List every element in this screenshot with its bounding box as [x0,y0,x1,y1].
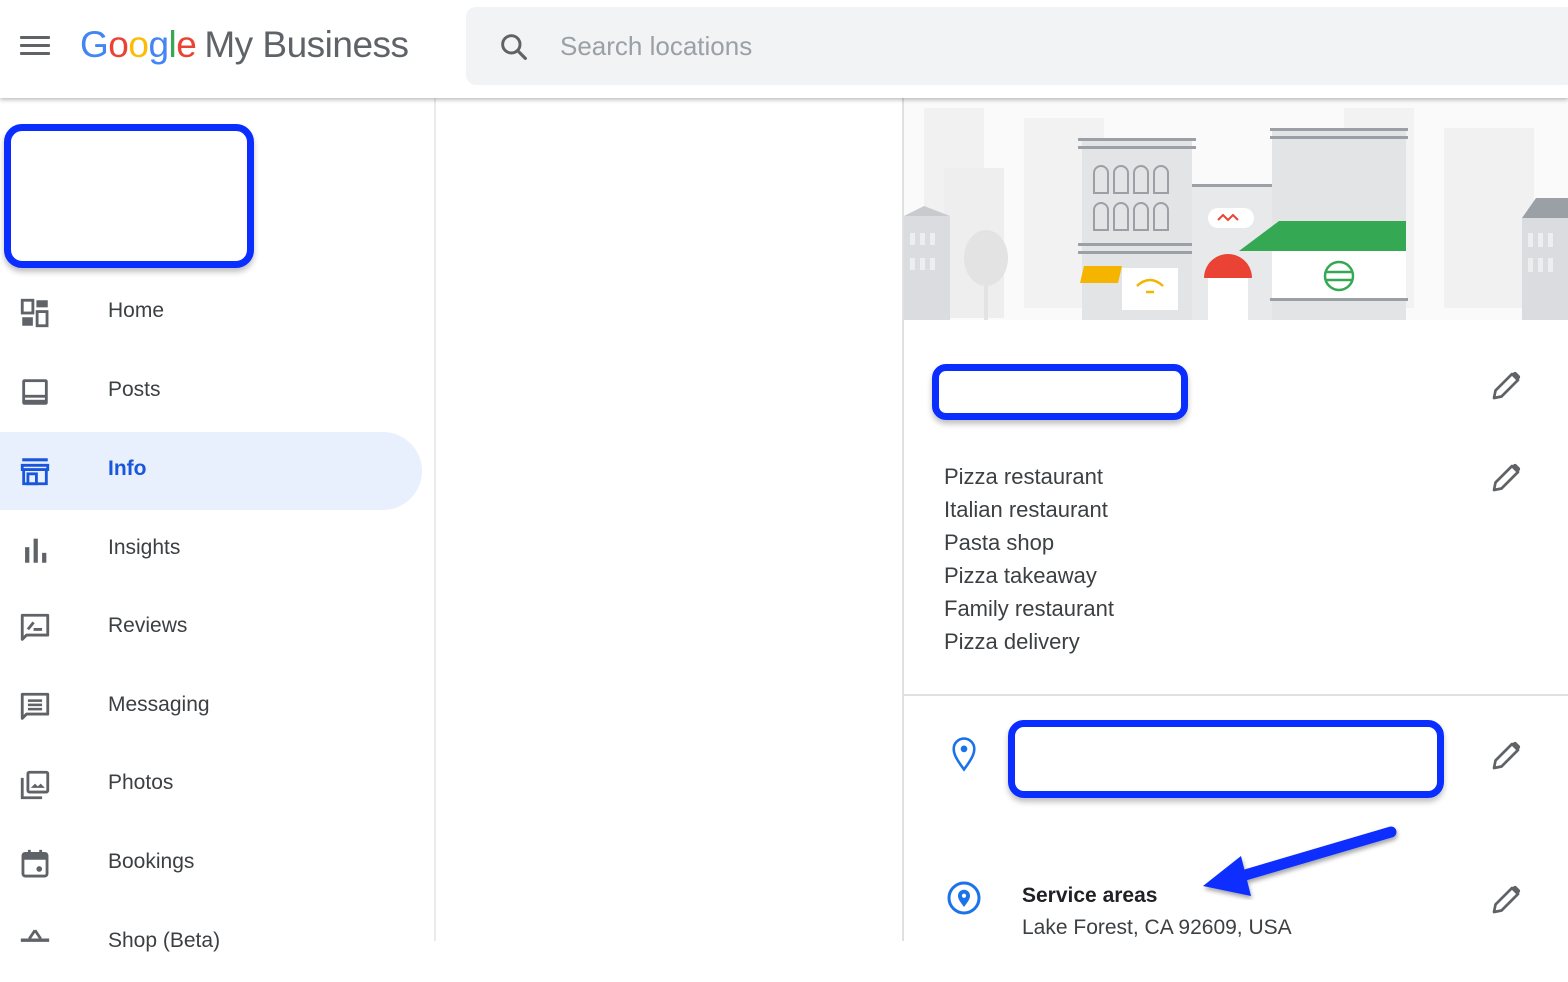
dashboard-icon [20,298,49,328]
sidebar-item-label: Shop (Beta) [108,929,221,952]
posts-icon [22,379,48,405]
sidebar-item-messaging[interactable]: Messaging [0,668,422,746]
logo-letter: G [80,24,109,65]
message-icon [20,692,50,720]
sidebar-item-posts[interactable]: Posts [0,353,422,431]
category-item: Pizza takeaway [944,563,1097,588]
content-spacer [438,98,902,941]
sidebar-item-label: Reviews [108,614,188,637]
logo-letter: o [108,24,129,65]
sidebar-item-bookings[interactable]: Bookings [0,825,422,903]
service-area-icon [947,881,981,915]
sidebar-item-label: Insights [108,536,181,559]
sidebar-item-photos[interactable]: Photos [0,746,422,824]
edit-address-button[interactable] [1488,738,1524,774]
edit-business-name-button[interactable] [1488,368,1524,404]
category-item: Pizza restaurant [944,464,1103,489]
main-menu-button[interactable] [20,36,50,56]
business-categories-list: Pizza restaurant Italian restaurant Past… [944,460,1114,658]
search-icon[interactable] [498,31,530,63]
logo-letter: o [128,24,149,65]
category-item: Pasta shop [944,530,1055,555]
service-areas-title: Service areas [1022,884,1158,907]
sidebar-item-shop[interactable]: Shop (Beta) [0,904,422,982]
menu-icon-bar [20,52,50,55]
shop-icon [20,929,50,942]
top-app-bar: Google My Business [0,0,1568,98]
storefront-icon [20,458,50,486]
section-divider [904,694,1568,696]
service-areas-value: Lake Forest, CA 92609, USA [1022,916,1292,939]
business-info-panel: Pizza restaurant Italian restaurant Past… [902,98,1568,941]
sidebar-item-insights[interactable]: Insights [0,511,422,589]
photo-library-icon [20,770,50,800]
redacted-business-name-highlight [932,364,1188,420]
rate-review-icon [20,613,50,641]
redacted-business-highlight [4,124,254,268]
search-bar[interactable] [466,7,1568,85]
sidebar-item-info[interactable]: Info [0,432,422,510]
sidebar-item-label: Posts [108,378,161,401]
sidebar-item-reviews[interactable]: Reviews [0,589,422,667]
storefront-illustration [904,98,1568,320]
sidebar-nav: Home Posts Info Insights Reviews Messagi… [0,98,436,952]
storefront-illustration-graphic [904,98,1568,320]
edit-categories-button[interactable] [1488,460,1524,496]
category-item: Family restaurant [944,596,1114,621]
annotation-arrow-icon [1203,826,1397,896]
sidebar-item-label: Messaging [108,693,210,716]
sidebar-item-home[interactable]: Home [0,274,422,352]
category-item: Italian restaurant [944,497,1108,522]
app-logo[interactable]: Google My Business [80,24,409,66]
calendar-event-icon [21,849,49,878]
bar-chart-icon [25,538,47,563]
edit-service-areas-button[interactable] [1488,882,1524,918]
sidebar-item-label: Bookings [108,850,195,873]
product-name: My Business [204,24,409,65]
menu-icon-bar [20,36,50,39]
menu-icon-bar [20,44,50,47]
location-pin-icon [952,737,976,772]
sidebar-item-label: Info [108,457,147,480]
sidebar-item-label: Home [108,299,165,322]
redacted-address-highlight [1008,720,1444,798]
sidebar-item-label: Photos [108,771,174,794]
logo-letter: e [176,24,197,65]
logo-letter: g [148,24,169,65]
category-item: Pizza delivery [944,629,1080,654]
search-locations-input[interactable] [560,25,1460,67]
